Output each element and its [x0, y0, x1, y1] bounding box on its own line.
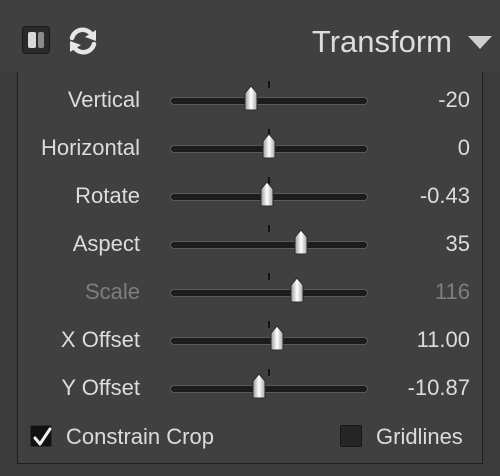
- slider-label: X Offset: [60, 327, 140, 352]
- slider-value: 116: [434, 279, 470, 304]
- slider-value[interactable]: -0.43: [420, 183, 470, 209]
- slider-value[interactable]: 0: [458, 135, 470, 161]
- slider-thumb: [290, 277, 304, 303]
- slider-thumb[interactable]: [262, 133, 276, 159]
- gridlines-checkbox[interactable]: [340, 425, 362, 447]
- panel-header: Transform: [0, 0, 500, 72]
- slider-thumb[interactable]: [260, 181, 274, 207]
- slider-row-aspect: Aspect 35: [0, 221, 500, 269]
- slider-label: Vertical: [67, 87, 140, 112]
- triangle-down-icon[interactable]: [468, 36, 492, 49]
- check-mark-icon: [33, 427, 52, 446]
- slider-label: Horizontal: [40, 135, 140, 160]
- slider-value[interactable]: -20: [438, 87, 470, 113]
- slider-thumb[interactable]: [294, 229, 308, 255]
- slider-label: Aspect: [72, 231, 140, 256]
- slider-track[interactable]: [170, 97, 368, 105]
- slider-thumb[interactable]: [270, 325, 284, 351]
- slider-center-tick: [268, 225, 270, 232]
- slider-row-vertical: Vertical -20: [0, 77, 500, 125]
- slider-row-horizontal: Horizontal 0: [0, 125, 500, 173]
- slider-label: Y Offset: [61, 375, 140, 400]
- panel-title[interactable]: Transform: [312, 24, 452, 60]
- slider-row-y-offset: Y Offset -10.87: [0, 365, 500, 413]
- slider-center-tick: [268, 273, 270, 280]
- slider-center-tick: [268, 369, 270, 376]
- slider-track[interactable]: [170, 385, 368, 393]
- reset-refresh-icon[interactable]: [66, 24, 100, 58]
- slider-thumb[interactable]: [252, 373, 266, 399]
- slider-value[interactable]: 11.00: [417, 327, 470, 353]
- slider-value[interactable]: -10.87: [408, 375, 470, 401]
- slider-thumb[interactable]: [244, 85, 258, 111]
- slider-center-tick: [268, 81, 270, 88]
- before-after-toggle-icon[interactable]: [22, 26, 50, 54]
- slider-row-x-offset: X Offset 11.00: [0, 317, 500, 365]
- constrain-crop-checkbox[interactable]: [30, 425, 52, 447]
- gridlines-label[interactable]: Gridlines: [376, 424, 463, 450]
- slider-label: Scale: [84, 279, 140, 304]
- slider-track: [170, 289, 368, 297]
- slider-value[interactable]: 35: [446, 231, 470, 257]
- slider-row-scale: Scale 116: [0, 269, 500, 317]
- constrain-crop-label[interactable]: Constrain Crop: [66, 424, 214, 450]
- slider-track[interactable]: [170, 241, 368, 249]
- slider-label: Rotate: [75, 183, 140, 208]
- slider-row-rotate: Rotate -0.43: [0, 173, 500, 221]
